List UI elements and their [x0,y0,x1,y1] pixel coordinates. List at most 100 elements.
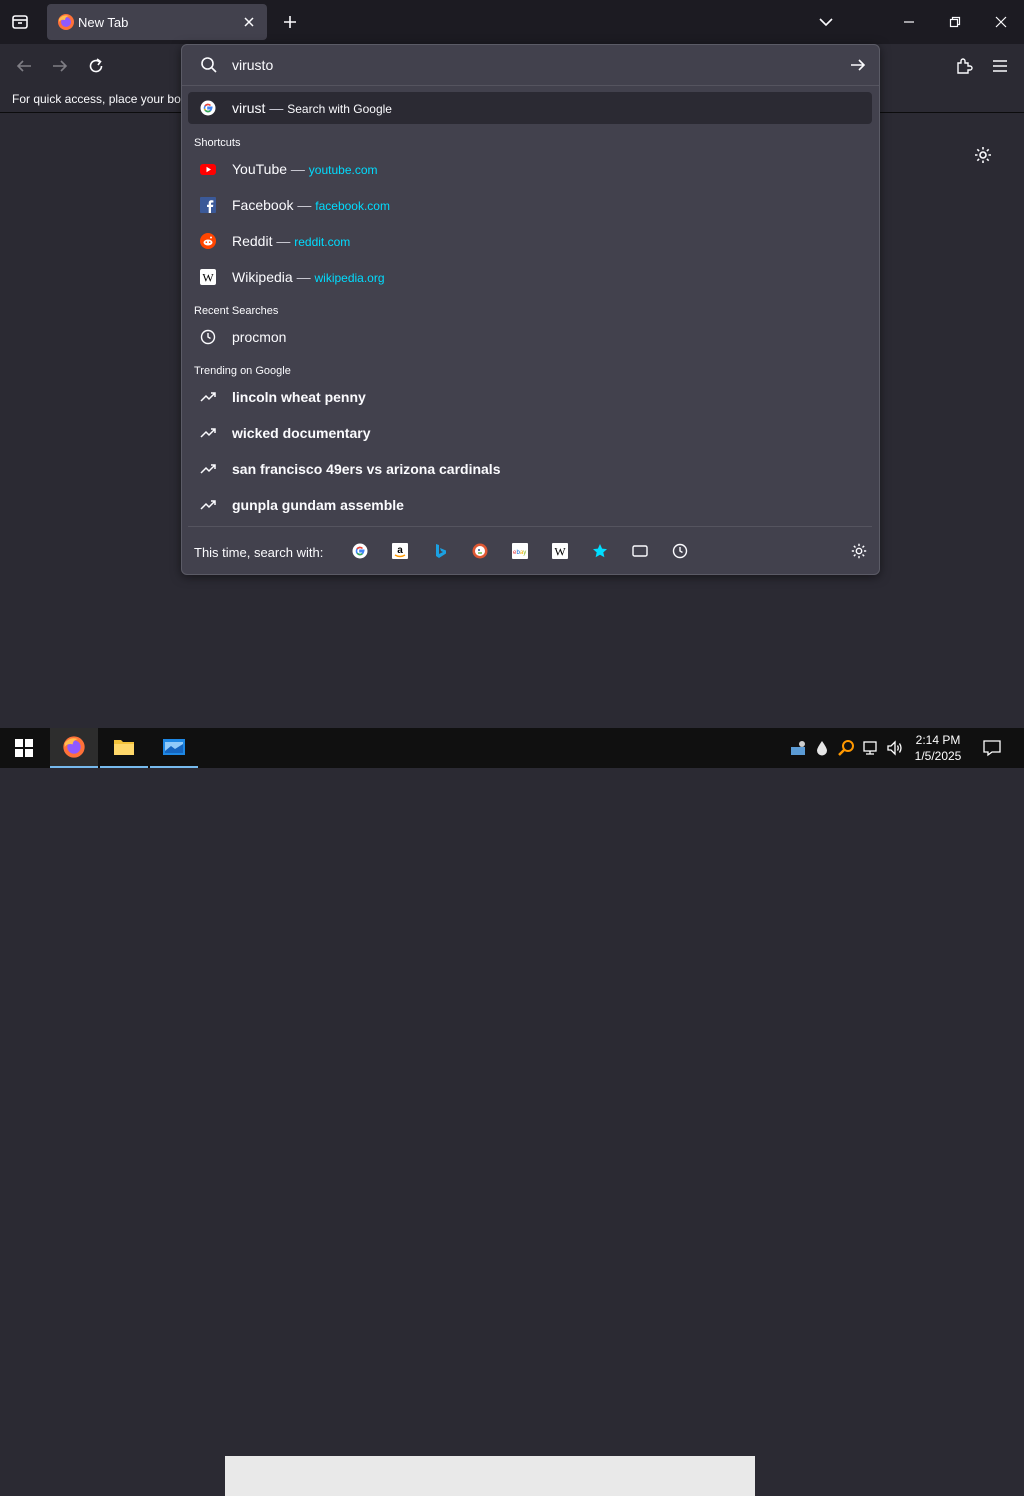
trending-item[interactable]: lincoln wheat penny [188,381,872,413]
heuristic-search-result[interactable]: virust — Search with Google [188,92,872,124]
firefox-icon [58,14,74,30]
shortcut-name: Reddit [232,233,273,249]
new-tab-button[interactable] [279,11,301,33]
one-off-search-label: This time, search with: [194,545,324,560]
recent-search-text: procmon [232,329,287,345]
trending-item[interactable]: wicked documentary [188,417,872,449]
clock-time: 2:14 PM [915,733,961,747]
app-menu-button[interactable] [988,54,1012,78]
reddit-icon [200,233,216,249]
bookmarks-toolbar-message: For quick access, place your boo [12,92,188,106]
heuristic-action: Search with Google [287,102,392,116]
trending-item[interactable]: san francisco 49ers vs arizona cardinals [188,453,872,485]
tray-search-tool[interactable] [836,738,856,758]
trending-text: wicked documentary [232,425,371,441]
puzzle-icon [957,58,973,74]
taskbar-file-explorer[interactable] [100,728,148,768]
taskbar-app[interactable] [150,728,198,768]
shortcut-url: wikipedia.org [314,271,385,285]
search-engine-ebay[interactable]: ebay [511,542,529,560]
ebay-icon: ebay [512,543,528,559]
gear-icon [975,147,991,163]
shortcut-youtube[interactable]: YouTube — youtube.com [188,153,872,185]
go-arrow-icon[interactable] [848,55,868,75]
windows-logo-icon [15,739,33,757]
address-bar[interactable]: virusto [182,45,879,86]
taskbar-clock[interactable]: 2:14 PM 1/5/2025 [908,732,968,764]
restore-icon [949,16,961,28]
tab-title: New Tab [78,15,129,30]
shortcut-url: facebook.com [315,199,390,213]
tray-volume[interactable] [885,738,905,758]
urlbar-dropdown: virusto virust — Search with Google Shor… [181,44,880,575]
search-bookmarks-button[interactable] [591,542,609,560]
shortcut-name: Wikipedia [232,269,293,285]
close-tab-button[interactable] [239,12,259,32]
action-center-button[interactable] [981,737,1003,759]
facebook-icon [200,197,216,213]
reload-button[interactable] [84,54,108,78]
separator: — [265,100,288,116]
firefox-view-button[interactable] [8,10,32,34]
forward-button[interactable] [48,54,72,78]
start-button[interactable] [0,728,48,768]
search-settings-button[interactable] [850,542,868,560]
close-window-button[interactable] [986,8,1016,36]
tray-network-drive[interactable] [789,738,809,758]
tray-network[interactable] [861,738,881,758]
notification-icon [983,740,1001,757]
recent-searches-group-label: Recent Searches [194,305,279,317]
background-window-strip [225,1456,755,1496]
back-arrow-icon [16,60,31,72]
svg-text:a: a [397,545,403,556]
minimize-icon [904,21,914,23]
google-icon [200,100,216,116]
svg-text:W: W [554,545,566,559]
trending-group-label: Trending on Google [194,365,291,377]
wikipedia-icon: W [552,543,568,559]
search-history-button[interactable] [671,542,689,560]
svg-text:W: W [202,271,214,285]
trending-icon [200,464,216,474]
restore-button[interactable] [940,8,970,36]
address-bar-input[interactable]: virusto [232,57,273,73]
search-engine-wikipedia[interactable]: W [551,542,569,560]
hamburger-menu-icon [993,60,1007,72]
forward-arrow-icon [53,60,68,72]
shortcut-reddit[interactable]: Reddit — reddit.com [188,225,872,257]
extensions-button[interactable] [952,54,976,78]
shortcut-name: Facebook [232,197,294,213]
window-app-icon [163,739,185,755]
amazon-icon: a [392,543,408,559]
close-icon [995,16,1007,28]
shortcuts-group-label: Shortcuts [194,137,241,149]
shortcut-name: YouTube [232,161,288,177]
tray-drop[interactable] [812,738,832,758]
tabs-icon [632,545,648,557]
svg-text:y: y [523,550,526,556]
shortcut-facebook[interactable]: Facebook — facebook.com [188,189,872,221]
trending-item[interactable]: gunpla gundam assemble [188,489,872,521]
search-tabs-button[interactable] [631,542,649,560]
shortcut-wikipedia[interactable]: W Wikipedia — wikipedia.org [188,261,872,293]
trending-text: san francisco 49ers vs arizona cardinals [232,461,501,477]
taskbar-firefox[interactable] [50,728,98,768]
recent-search-item[interactable]: procmon [188,321,872,353]
chevron-down-icon [819,18,833,27]
list-all-tabs-button[interactable] [815,12,837,32]
search-engine-google[interactable] [351,542,369,560]
duckduckgo-icon [472,543,488,559]
tab-new-tab[interactable]: New Tab [47,4,267,40]
trending-icon [200,500,216,510]
history-icon [200,329,216,345]
search-engine-duckduckgo[interactable] [471,542,489,560]
trending-text: lincoln wheat penny [232,389,366,405]
separator: — [293,197,316,213]
minimize-button[interactable] [894,8,924,36]
trending-icon [200,428,216,438]
search-engine-bing[interactable] [431,542,449,560]
page-settings-button[interactable] [973,145,993,165]
trending-icon [200,392,216,402]
back-button[interactable] [12,54,36,78]
search-engine-amazon[interactable]: a [391,542,409,560]
